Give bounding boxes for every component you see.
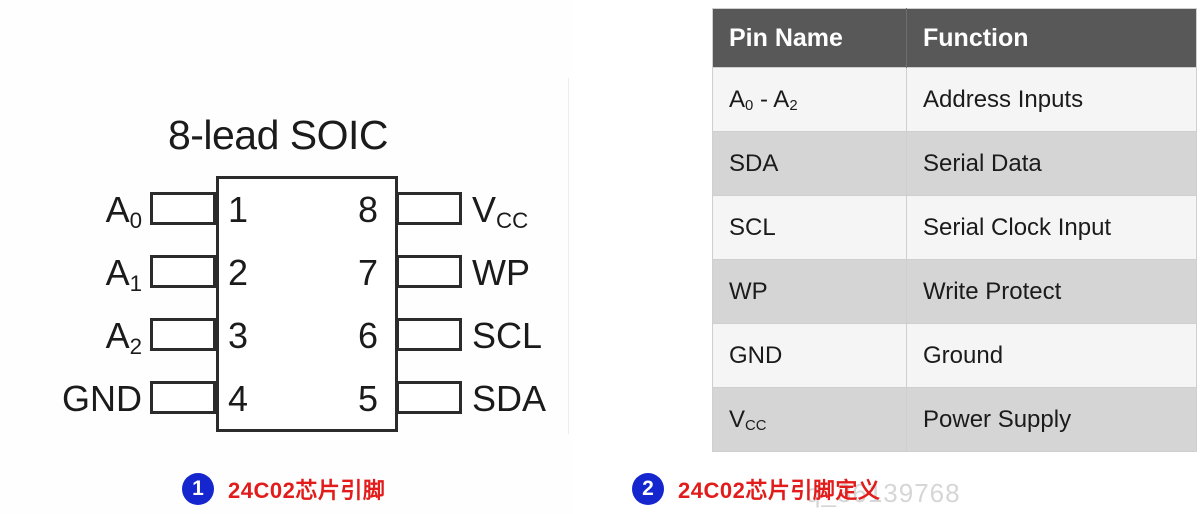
diagram-title: 8-lead SOIC — [0, 112, 572, 159]
pin-label-a2: A2 — [0, 315, 142, 358]
cell-pin-name: WP — [712, 259, 907, 324]
pin-number-7: 7 — [358, 252, 379, 293]
column-header-pin-name: Pin Name — [712, 8, 907, 68]
pin-label-a2-sub: 2 — [129, 333, 142, 359]
cell-pin-name-sub2: 2 — [789, 98, 798, 115]
pin-label-wp-text: WP — [472, 252, 530, 293]
cell-function: Serial Data — [906, 131, 1197, 196]
cell-pin-name-text: VCC — [729, 405, 767, 435]
cell-pin-name: VCC — [712, 387, 907, 452]
cell-function: Write Protect — [906, 259, 1197, 324]
pin-lead-1 — [150, 192, 216, 225]
table-row: VCC Power Supply — [712, 387, 1197, 452]
pin-number-8: 8 — [358, 189, 379, 230]
pin-number-1: 1 — [228, 189, 249, 230]
pin-label-a1: A1 — [0, 252, 142, 295]
pin-number-2: 2 — [228, 252, 249, 293]
pin-label-a1-text: A — [105, 252, 130, 293]
pin-label-scl: SCL — [472, 318, 542, 354]
cell-function: Address Inputs — [906, 67, 1197, 132]
pin-function-table: Pin Name Function A0 - A2 Address Inputs… — [712, 8, 1197, 452]
figure-caption-1: 1 24C02芯片引脚 — [182, 473, 385, 505]
pin-lead-6 — [396, 318, 462, 351]
pin-label-sda: SDA — [472, 381, 546, 417]
pin-label-a2-text: A — [105, 315, 130, 356]
pin-label-vcc-text: V — [472, 189, 497, 230]
caption-text-2: 24C02芯片引脚定义 — [678, 478, 881, 503]
pin-lead-4 — [150, 381, 216, 414]
soic-diagram-panel: 8-lead SOIC 1 2 3 4 8 7 6 5 A0 A1 A2 GND… — [0, 0, 572, 514]
pin-number-5: 5 — [358, 378, 379, 419]
table-row: SCL Serial Clock Input — [712, 195, 1197, 260]
table-body: A0 - A2 Address Inputs SDA Serial Data S… — [712, 67, 1197, 452]
cell-pin-name-main: V — [729, 405, 746, 433]
pin-label-sda-text: SDA — [472, 378, 547, 419]
pin-number-4: 4 — [228, 378, 249, 419]
cell-pin-name-sub: 0 — [745, 98, 754, 115]
pin-label-wp: WP — [472, 255, 530, 291]
caption-badge-1: 1 — [182, 473, 214, 505]
pin-lead-2 — [150, 255, 216, 288]
column-header-function: Function — [906, 8, 1197, 68]
table-row: WP Write Protect — [712, 259, 1197, 324]
pin-label-a0-text: A — [105, 189, 130, 230]
table-row: SDA Serial Data — [712, 131, 1197, 196]
pin-number-6: 6 — [358, 315, 379, 356]
cell-function: Serial Clock Input — [906, 195, 1197, 260]
pin-lead-5 — [396, 381, 462, 414]
table-row: GND Ground — [712, 323, 1197, 388]
caption-badge-2: 2 — [632, 473, 664, 505]
table-row: A0 - A2 Address Inputs — [712, 67, 1197, 132]
pin-label-vcc-sub: CC — [496, 207, 529, 233]
cell-pin-name: GND — [712, 323, 907, 388]
figure-caption-2: 2 24C02芯片引脚定义 — [632, 473, 880, 505]
caption-text-1: 24C02芯片引脚 — [228, 478, 386, 503]
pin-lead-3 — [150, 318, 216, 351]
cell-pin-name: A0 - A2 — [712, 67, 907, 132]
cell-pin-name-text: A0 - A2 — [729, 85, 798, 115]
pin-label-a0-sub: 0 — [129, 207, 142, 233]
pin-lead-8 — [396, 192, 462, 225]
panel-divider — [568, 78, 569, 434]
cell-pin-name-main: A — [729, 85, 746, 113]
cell-pin-name-tail: - A — [753, 85, 790, 113]
pin-label-gnd-text: GND — [62, 378, 142, 419]
cell-function: Power Supply — [906, 387, 1197, 452]
table-header: Pin Name Function — [712, 8, 1197, 68]
table-header-row: Pin Name Function — [712, 8, 1197, 68]
cell-pin-name: SCL — [712, 195, 907, 260]
pin-label-a1-sub: 1 — [129, 270, 142, 296]
cell-pin-name-sub: CC — [745, 418, 767, 435]
pin-lead-7 — [396, 255, 462, 288]
diagram-title-text: 8-lead SOIC — [167, 112, 389, 158]
cell-function: Ground — [906, 323, 1197, 388]
pin-label-a0: A0 — [0, 189, 142, 232]
pin-label-scl-text: SCL — [472, 315, 543, 356]
pin-number-3: 3 — [228, 315, 249, 356]
pin-label-gnd: GND — [0, 381, 142, 417]
cell-pin-name: SDA — [712, 131, 907, 196]
pin-label-vcc: VCC — [472, 189, 528, 232]
